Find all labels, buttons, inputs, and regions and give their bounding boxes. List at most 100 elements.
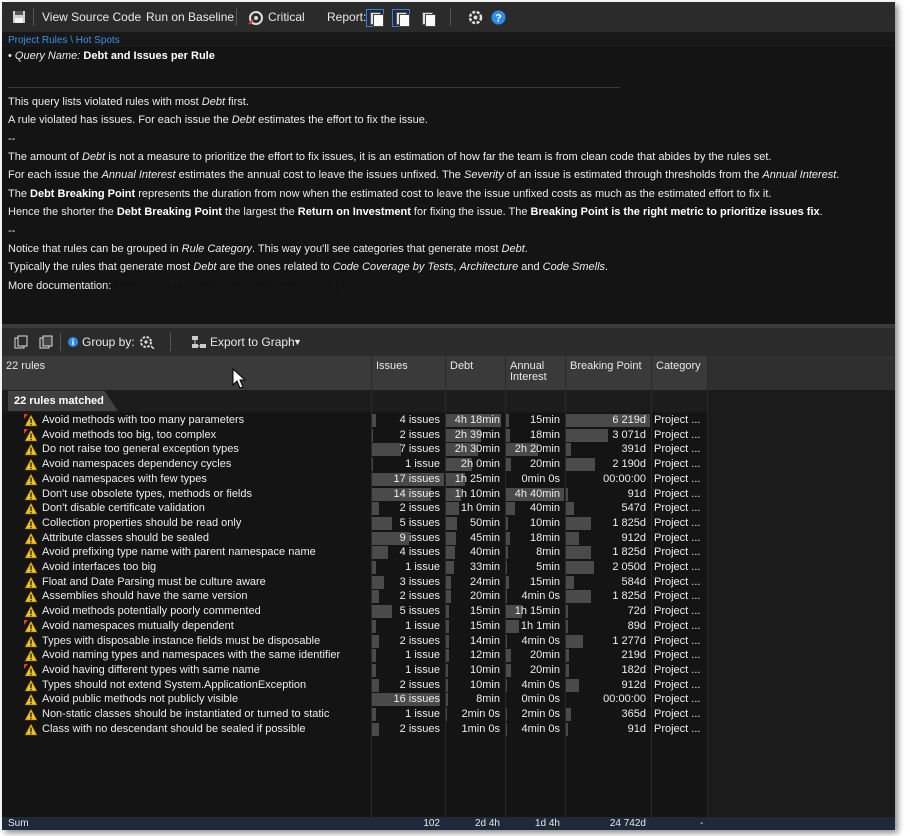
table-row[interactable]: Types should not extend System.Applicati… — [2, 678, 707, 693]
rule-name[interactable]: Avoid naming types and namespaces with t… — [42, 648, 340, 663]
table-row[interactable]: Assemblies should have the same version 2… — [2, 589, 707, 604]
rule-name[interactable]: Types with disposable instance fields mu… — [42, 634, 320, 649]
rule-name[interactable]: Attribute classes should be sealed — [42, 531, 209, 546]
breaking-point-cell: 391d — [566, 442, 650, 457]
breadcrumb[interactable]: Project Rules \ Hot Spots — [8, 35, 120, 46]
rule-name[interactable]: Float and Date Parsing must be culture a… — [42, 575, 266, 590]
category-cell[interactable]: Project ... — [652, 472, 707, 487]
issues-cell: 1 issue — [372, 663, 444, 678]
view-source-code-button[interactable]: View Source Code — [42, 2, 141, 32]
category-cell[interactable]: Project ... — [652, 560, 707, 575]
table-row[interactable]: Do not raise too general exception types… — [2, 442, 707, 457]
annual-interest-cell-text: 4min 0s — [521, 722, 560, 735]
column-header-debt[interactable]: Debt — [446, 356, 506, 390]
table-row[interactable]: Avoid methods with too many parameters 4 … — [2, 413, 707, 428]
value-bar — [446, 605, 449, 619]
category-cell[interactable]: Project ... — [652, 442, 707, 457]
rule-name[interactable]: Avoid namespaces mutually dependent — [42, 619, 234, 634]
table-row[interactable]: Attribute classes should be sealed 9 issu… — [2, 531, 707, 546]
export-dropdown-icon[interactable]: ▼ — [293, 328, 302, 356]
help-icon[interactable]: ? — [491, 10, 506, 25]
table-row[interactable]: Don't disable certificate validation 2 is… — [2, 501, 707, 516]
rule-name[interactable]: Avoid having different types with same n… — [42, 663, 260, 678]
rule-name[interactable]: Assemblies should have the same version — [42, 589, 247, 604]
category-cell[interactable]: Project ... — [652, 707, 707, 722]
category-cell[interactable]: Project ... — [652, 604, 707, 619]
rule-name[interactable]: Don't disable certificate validation — [42, 501, 205, 516]
column-header-annual-interest[interactable]: Annual Interest — [506, 356, 566, 390]
collapse-all-icon[interactable] — [39, 335, 53, 349]
table-row[interactable]: Avoid namespaces with few types 17 issues… — [2, 472, 707, 487]
table-row[interactable]: Avoid naming types and namespaces with t… — [2, 648, 707, 663]
table-row[interactable]: Class with no descendant should be seale… — [2, 722, 707, 737]
run-on-baseline-button[interactable]: Run on Baseline — [146, 2, 234, 32]
rule-name[interactable]: Avoid prefixing type name with parent na… — [42, 545, 316, 560]
category-cell[interactable]: Project ... — [652, 487, 707, 502]
breaking-point-cell-text: 1 825d — [612, 546, 646, 559]
save-icon[interactable] — [12, 10, 26, 24]
table-row[interactable]: Don't use obsolete types, methods or fie… — [2, 487, 707, 502]
expand-all-icon[interactable] — [14, 335, 28, 349]
category-cell[interactable]: Project ... — [652, 516, 707, 531]
documentation-link[interactable]: https://www.ndepend.com/docs/technical-d… — [114, 280, 339, 292]
rule-name[interactable]: Non-static classes should be instantiate… — [42, 707, 329, 722]
report-excel-button[interactable] — [392, 9, 410, 27]
query-name-line: • Query Name: Debt and Issues per Rule — [8, 50, 215, 62]
table-row[interactable]: Avoid methods potentially poorly comment… — [2, 604, 707, 619]
category-cell[interactable]: Project ... — [652, 619, 707, 634]
critical-button[interactable]: Critical — [268, 2, 305, 32]
column-header-category[interactable]: Category — [652, 356, 708, 390]
table-row[interactable]: Avoid public methods not publicly visibl… — [2, 692, 707, 707]
rule-name[interactable]: Avoid interfaces too big — [42, 560, 156, 575]
table-row[interactable]: Avoid having different types with same n… — [2, 663, 707, 678]
rule-name[interactable]: Avoid methods potentially poorly comment… — [42, 604, 261, 619]
report-html-button[interactable] — [366, 9, 384, 27]
category-cell[interactable]: Project ... — [652, 575, 707, 590]
column-header-issues[interactable]: Issues — [372, 356, 446, 390]
table-row[interactable]: Avoid prefixing type name with parent na… — [2, 545, 707, 560]
category-cell[interactable]: Project ... — [652, 545, 707, 560]
rule-name[interactable]: Avoid namespaces with few types — [42, 472, 207, 487]
category-cell[interactable]: Project ... — [652, 501, 707, 516]
table-row[interactable]: Float and Date Parsing must be culture a… — [2, 575, 707, 590]
report-text-button[interactable] — [418, 9, 436, 27]
table-row[interactable]: Avoid namespaces dependency cycles 1 issu… — [2, 457, 707, 472]
category-cell[interactable]: Project ... — [652, 457, 707, 472]
debt-cell: 8min — [446, 692, 504, 707]
table-row[interactable]: Avoid namespaces mutually dependent 1 iss… — [2, 619, 707, 634]
category-cell[interactable]: Project ... — [652, 589, 707, 604]
rule-name[interactable]: Types should not extend System.Applicati… — [42, 678, 306, 693]
export-to-graph-button[interactable]: Export to Graph — [210, 328, 295, 356]
rule-name[interactable]: Avoid methods with too many parameters — [42, 413, 244, 428]
column-header-breaking-point[interactable]: Breaking Point — [566, 356, 652, 390]
table-row[interactable]: Non-static classes should be instantiate… — [2, 707, 707, 722]
category-cell[interactable]: Project ... — [652, 663, 707, 678]
rule-name[interactable]: Avoid methods too big, too complex — [42, 428, 216, 443]
rule-name[interactable]: Avoid public methods not publicly visibl… — [42, 692, 238, 707]
table-row[interactable]: Avoid interfaces too big 1 issue 33min 5min… — [2, 560, 707, 575]
value-bar — [566, 634, 583, 648]
rule-name[interactable]: Do not raise too general exception types — [42, 442, 239, 457]
rule-name[interactable]: Don't use obsolete types, methods or fie… — [42, 487, 252, 502]
breaking-point-cell: 912d — [566, 678, 650, 693]
category-cell[interactable]: Project ... — [652, 428, 707, 443]
annual-interest-cell-text: 18min — [530, 428, 560, 441]
rule-name[interactable]: Collection properties should be read onl… — [42, 516, 241, 531]
group-header[interactable]: 22 rules matched — [8, 391, 118, 411]
category-cell[interactable]: Project ... — [652, 678, 707, 693]
column-header-name[interactable]: 22 rules — [2, 356, 372, 390]
table-row[interactable]: Collection properties should be read onl… — [2, 516, 707, 531]
category-cell[interactable]: Project ... — [652, 531, 707, 546]
category-cell[interactable]: Project ... — [652, 634, 707, 649]
category-cell[interactable]: Project ... — [652, 722, 707, 737]
rule-name[interactable]: Avoid namespaces dependency cycles — [42, 457, 231, 472]
group-by-selector-icon[interactable] — [139, 335, 155, 349]
settings-gear-icon[interactable] — [468, 10, 483, 25]
table-row[interactable]: Types with disposable instance fields mu… — [2, 634, 707, 649]
category-cell[interactable]: Project ... — [652, 692, 707, 707]
rule-name[interactable]: Class with no descendant should be seale… — [42, 722, 306, 737]
debt-cell-text: 4h 18min — [454, 414, 500, 426]
category-cell[interactable]: Project ... — [652, 648, 707, 663]
category-cell[interactable]: Project ... — [652, 413, 707, 428]
table-row[interactable]: Avoid methods too big, too complex 2 issu… — [2, 428, 707, 443]
